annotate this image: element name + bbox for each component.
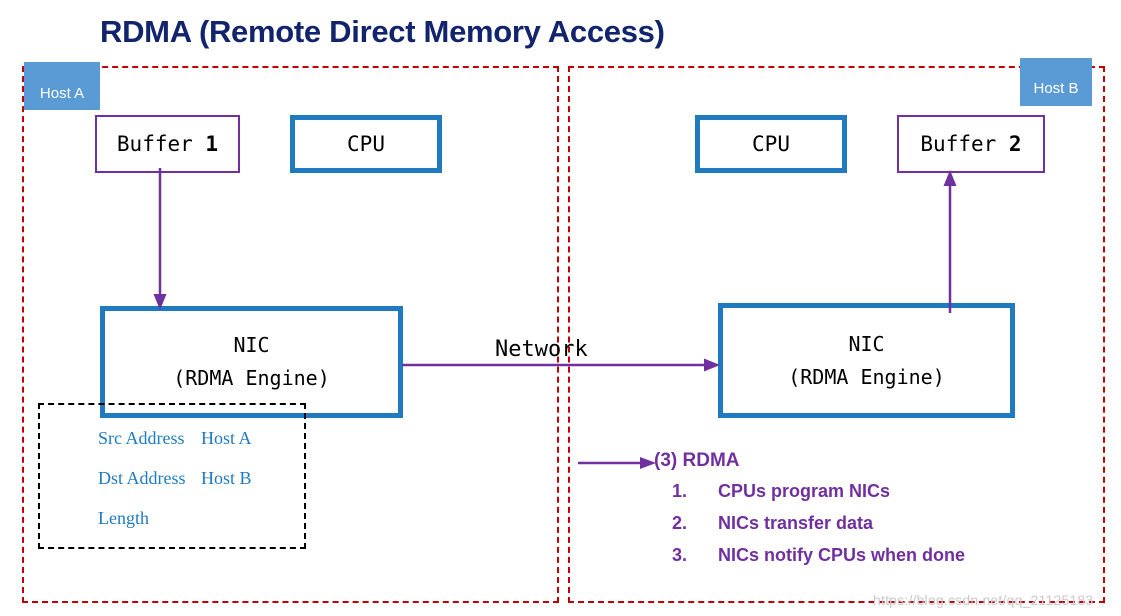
buffer-2-label: Buffer 2 [920, 132, 1022, 156]
buffer-1-box: Buffer 1 [95, 115, 240, 173]
network-label: Network [495, 337, 588, 362]
host-a-cpu-label: CPU [347, 132, 385, 156]
descriptor-value: Host A [201, 428, 252, 448]
host-a-badge: Host A [24, 62, 100, 110]
rdma-step-item: 1. CPUs program NICs [654, 481, 965, 502]
descriptor-key: Dst Address [98, 468, 186, 488]
host-b-nic-box: NIC (RDMA Engine) [718, 303, 1015, 418]
buffer-2-number: 2 [1008, 132, 1022, 156]
rdma-step-item: 2. NICs transfer data [654, 513, 965, 534]
rdma-step-number: 2. [672, 513, 688, 533]
descriptor-rows: Src Address Host A Dst Address Host B Le… [98, 428, 313, 548]
rdma-step-text: NICs notify CPUs when done [718, 545, 966, 565]
host-b-badge: Host B [1020, 58, 1092, 106]
host-a-nic-title: NIC [233, 333, 270, 357]
host-a-nic-subtitle: (RDMA Engine) [173, 366, 330, 390]
rdma-step-item: 3. NICs notify CPUs when done [654, 545, 965, 566]
rdma-diagram: RDMA (Remote Direct Memory Access) Host … [0, 0, 1121, 616]
descriptor-value: Host B [201, 468, 252, 488]
host-a-cpu-box: CPU [290, 115, 442, 173]
host-b-cpu-label: CPU [752, 132, 790, 156]
buffer-2-box: Buffer 2 [897, 115, 1045, 173]
buffer-1-label: Buffer 1 [116, 132, 219, 156]
host-b-cpu-box: CPU [695, 115, 847, 173]
watermark: https://blog.csdn.net/qq_21125183 [873, 592, 1094, 608]
descriptor-row: Src Address Host A [98, 428, 313, 449]
host-a-nic-box: NIC (RDMA Engine) [100, 306, 403, 418]
rdma-step-text: NICs transfer data [718, 513, 874, 533]
rdma-steps: (3) RDMA 1. CPUs program NICs 2. NICs tr… [654, 450, 965, 577]
rdma-step-number: 3. [672, 545, 688, 565]
host-b-nic-subtitle: (RDMA Engine) [788, 364, 945, 389]
descriptor-key: Length [98, 508, 149, 528]
host-b-nic-title: NIC [848, 331, 885, 356]
buffer-1-number: 1 [205, 132, 219, 156]
descriptor-key: Src Address [98, 428, 185, 448]
rdma-step-text: CPUs program NICs [718, 481, 891, 501]
rdma-step-number: 1. [672, 481, 688, 501]
descriptor-row: Length [98, 508, 313, 529]
descriptor-row: Dst Address Host B [98, 468, 313, 489]
page-title: RDMA (Remote Direct Memory Access) [100, 14, 665, 49]
rdma-steps-heading: (3) RDMA [654, 450, 740, 471]
